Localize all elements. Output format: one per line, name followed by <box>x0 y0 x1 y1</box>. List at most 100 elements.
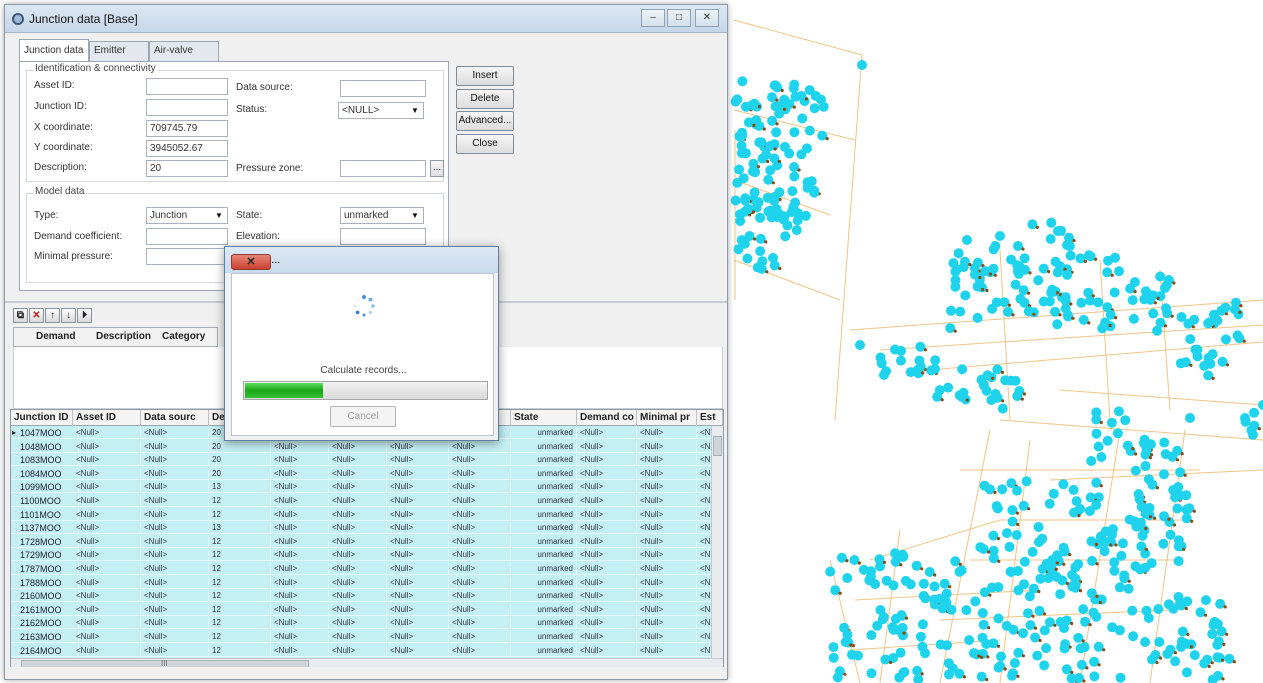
junction-node[interactable] <box>955 306 966 317</box>
grid-cell[interactable]: <Null> <box>141 427 209 439</box>
table-row[interactable]: 1137MOO <Null> <Null> 13 <Null> <Null> <Null> <… <box>11 522 723 535</box>
grid-column-header[interactable]: Minimal pr <box>637 410 697 426</box>
grid-cell[interactable]: <Null> <box>329 467 387 480</box>
junction-node[interactable] <box>730 195 741 206</box>
grid-cell[interactable]: <Null> <box>141 454 209 467</box>
junction-node[interactable] <box>1039 660 1050 671</box>
grid-cell[interactable]: 1100MOO <box>17 495 79 507</box>
junction-node[interactable] <box>997 403 1008 414</box>
junction-node[interactable] <box>1127 605 1138 616</box>
junction-node[interactable] <box>739 238 750 249</box>
grid-cell[interactable]: <Null> <box>387 495 449 507</box>
grid-cell[interactable]: <Null> <box>141 603 209 616</box>
junction-node[interactable] <box>768 252 778 263</box>
grid-cell[interactable]: <Null> <box>271 603 329 616</box>
title-bar[interactable]: Junction data [Base] – □ ✕ <box>5 5 727 33</box>
table-row[interactable]: 1084MOO <Null> <Null> 20 <Null> <Null> <Null> <… <box>11 467 723 480</box>
junction-node[interactable] <box>825 566 836 577</box>
junction-node[interactable] <box>1055 589 1066 600</box>
junction-node[interactable] <box>918 590 929 601</box>
junction-node[interactable] <box>1062 269 1073 280</box>
junction-node[interactable] <box>1159 469 1169 480</box>
junction-node[interactable] <box>1093 441 1104 452</box>
dialog-title-bar[interactable]: Working... ✕ <box>225 247 498 273</box>
junction-node[interactable] <box>977 608 988 618</box>
junction-node[interactable] <box>1056 225 1066 236</box>
junction-node[interactable] <box>853 650 863 661</box>
minimize-button[interactable]: – <box>641 9 665 27</box>
junction-node[interactable] <box>1158 538 1169 549</box>
junction-node[interactable] <box>1137 530 1148 541</box>
junction-node[interactable] <box>1109 565 1120 576</box>
grid-cell[interactable]: 1787MOO <box>17 563 79 575</box>
junction-node[interactable] <box>990 241 1001 251</box>
grid-cell[interactable]: <Null> <box>329 481 387 494</box>
junction-node[interactable] <box>961 605 972 616</box>
grid-cell[interactable]: <Null> <box>329 563 387 575</box>
junction-node[interactable] <box>866 630 877 641</box>
minimal-pressure-field[interactable] <box>146 248 228 265</box>
junction-node[interactable] <box>1155 271 1166 282</box>
junction-node[interactable] <box>930 363 940 374</box>
junction-node[interactable] <box>1004 541 1015 552</box>
junction-node[interactable] <box>1143 613 1154 623</box>
junction-node[interactable] <box>865 571 876 582</box>
junction-node[interactable] <box>1248 429 1258 440</box>
junction-node[interactable] <box>1107 529 1117 540</box>
grid-cell[interactable]: 2164MOO <box>17 644 79 657</box>
grid-cell[interactable]: <Null> <box>141 563 209 575</box>
junction-node[interactable] <box>970 596 981 607</box>
grid-cell[interactable]: 1083MOO <box>17 454 79 467</box>
junction-node[interactable] <box>1076 297 1087 308</box>
junction-node[interactable] <box>1011 530 1022 540</box>
junction-node[interactable] <box>1001 620 1012 631</box>
grid-cell[interactable]: <Null> <box>73 644 141 657</box>
junction-node[interactable] <box>1185 413 1195 423</box>
junction-node[interactable] <box>1002 528 1012 539</box>
junction-node[interactable] <box>905 579 916 590</box>
grid-cell[interactable]: <Null> <box>73 617 141 630</box>
pressure-zone-field[interactable] <box>340 160 426 177</box>
junction-node[interactable] <box>1146 558 1157 569</box>
grid-cell[interactable]: unmarked <box>511 644 577 657</box>
junction-node[interactable] <box>753 197 764 208</box>
junction-node[interactable] <box>1078 604 1089 615</box>
data-source-field[interactable] <box>340 80 426 97</box>
grid-cell[interactable]: unmarked <box>511 508 577 521</box>
junction-node[interactable] <box>782 220 793 231</box>
junction-node[interactable] <box>755 212 766 223</box>
grid-cell[interactable]: <Null> <box>271 522 329 535</box>
grid-cell[interactable]: <Null> <box>141 576 209 589</box>
junction-node[interactable] <box>915 631 926 642</box>
table-row[interactable]: 2163MOO <Null> <Null> 12 <Null> <Null> <Null> <… <box>11 631 723 643</box>
grid-cell[interactable]: <Null> <box>73 481 141 494</box>
grid-cell[interactable]: <Null> <box>271 440 329 453</box>
grid-cell[interactable]: <Null> <box>449 522 511 535</box>
grid-cell[interactable]: <Null> <box>637 508 697 521</box>
junction-node[interactable] <box>1068 484 1079 495</box>
grid-cell[interactable]: <Null> <box>387 631 449 643</box>
junction-node[interactable] <box>1046 217 1057 228</box>
junction-node[interactable] <box>1163 599 1174 610</box>
last-record-icon[interactable]: ⏵ <box>77 308 92 323</box>
grid-cell[interactable]: <Null> <box>73 522 141 535</box>
grid-cell[interactable]: <Null> <box>449 549 511 562</box>
junction-node[interactable] <box>802 182 813 193</box>
grid-cell[interactable]: 2163MOO <box>17 631 79 643</box>
junction-node[interactable] <box>1173 556 1184 567</box>
grid-cell[interactable]: <Null> <box>449 590 511 603</box>
junction-node[interactable] <box>1181 667 1192 678</box>
delete-button[interactable]: Delete <box>456 89 514 109</box>
grid-cell[interactable]: 12 <box>209 603 271 616</box>
grid-cell[interactable]: <Null> <box>73 535 141 548</box>
x-coordinate-field[interactable]: 709745.79 <box>146 120 228 137</box>
grid-cell[interactable]: <Null> <box>387 508 449 521</box>
junction-node[interactable] <box>771 127 782 138</box>
grid-cell[interactable]: <Null> <box>271 535 329 548</box>
junction-node[interactable] <box>1071 496 1082 507</box>
junction-node[interactable] <box>797 113 808 124</box>
junction-node[interactable] <box>1140 637 1151 647</box>
elevation-field[interactable] <box>340 228 426 245</box>
grid-cell[interactable]: <Null> <box>387 454 449 467</box>
grid-cell[interactable]: 2160MOO <box>17 590 79 603</box>
